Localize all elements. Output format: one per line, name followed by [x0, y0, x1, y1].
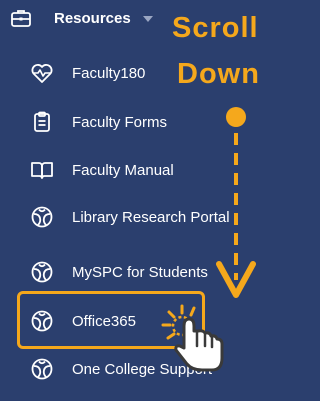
menu-item-myspc-for-students[interactable]: MySPC for Students — [30, 258, 208, 286]
menu-item-label: Faculty Manual — [72, 161, 174, 179]
spc-logo-icon — [30, 205, 54, 229]
resources-header[interactable]: Resources — [10, 6, 153, 30]
spc-logo-icon — [30, 260, 54, 284]
spc-logo-icon — [30, 309, 54, 333]
scroll-instruction-line1: Scroll — [172, 12, 259, 44]
menu-item-faculty180[interactable]: Faculty180 — [30, 59, 145, 87]
resources-label: Resources — [54, 9, 131, 27]
toolbox-icon — [10, 7, 32, 29]
menu-item-faculty-forms[interactable]: Faculty Forms — [30, 108, 167, 136]
clipboard-icon — [30, 110, 54, 134]
menu-item-label: Faculty180 — [72, 64, 146, 82]
spc-logo-icon — [30, 357, 54, 381]
scroll-instruction-line2: Down — [177, 58, 260, 90]
menu-item-label: Library Research Portal — [72, 208, 230, 226]
menu-item-label: Office365 — [72, 312, 136, 330]
menu-item-label: Faculty Forms — [72, 113, 168, 131]
menu-item-label: MySPC for Students — [72, 263, 208, 281]
scroll-down-arrow-icon — [216, 107, 256, 298]
click-hand-icon — [161, 304, 224, 372]
chevron-down-icon[interactable] — [142, 16, 153, 22]
book-icon — [30, 158, 54, 182]
heartbeat-icon — [30, 61, 54, 85]
menu-item-office365[interactable]: Office365 — [30, 307, 136, 335]
menu-item-faculty-manual[interactable]: Faculty Manual — [30, 156, 174, 184]
menu-item-library-research-portal[interactable]: Library Research Portal — [30, 203, 230, 231]
